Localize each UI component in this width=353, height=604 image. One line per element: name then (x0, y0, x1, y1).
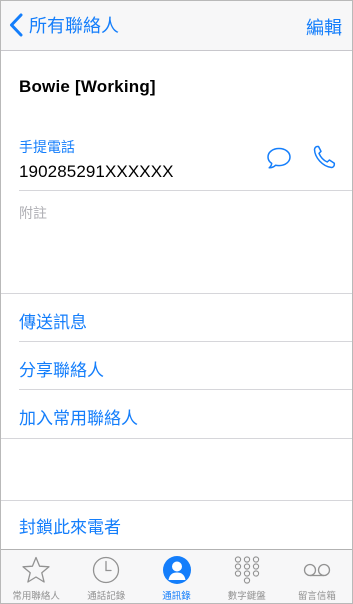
back-button[interactable]: 所有聯絡人 (9, 12, 119, 38)
voicemail-icon (303, 563, 331, 577)
divider (1, 438, 352, 439)
person-icon (162, 556, 191, 584)
tab-label: 通訊錄 (162, 591, 191, 602)
star-icon (22, 556, 50, 583)
navigation-bar: 所有聯絡人 編輯 (1, 1, 352, 51)
tab-voicemail[interactable]: 留言信箱 (282, 550, 352, 603)
edit-button[interactable]: 編輯 (306, 14, 342, 40)
contact-detail-screen: 所有聯絡人 編輯 Bowie [Working] 手提電話 190285291X… (0, 0, 353, 604)
tab-label: 通話記錄 (87, 591, 126, 602)
back-button-label: 所有聯絡人 (29, 16, 119, 37)
tab-contacts[interactable]: 通訊錄 (141, 550, 211, 603)
clock-icon (93, 556, 120, 584)
chevron-left-icon (10, 13, 23, 37)
phone-label: 手提電話 (19, 140, 75, 156)
divider (19, 190, 352, 191)
tab-recents[interactable]: 通話記錄 (71, 550, 141, 603)
divider (1, 293, 352, 294)
divider (1, 500, 352, 501)
share-contact-button[interactable]: 分享聯絡人 (19, 356, 104, 381)
send-message-button[interactable]: 傳送訊息 (19, 308, 87, 333)
tab-label: 數字鍵盤 (227, 591, 266, 602)
message-bubble-icon[interactable] (266, 146, 292, 170)
keypad-icon (234, 556, 259, 584)
tab-keypad[interactable]: 數字鍵盤 (212, 550, 282, 603)
tab-label: 留言信箱 (297, 591, 336, 602)
divider (19, 341, 352, 342)
contact-name: Bowie [Working] (19, 77, 156, 96)
tab-label: 常用聯絡人 (12, 591, 60, 602)
tab-favorites[interactable]: 常用聯絡人 (1, 550, 71, 603)
notes-field[interactable]: 附註 (19, 203, 47, 223)
phone-number[interactable]: 190285291XXXXXX (19, 162, 174, 182)
tab-bar: 常用聯絡人 通話記錄 通訊錄 數字鍵盤 留言信箱 (1, 549, 352, 603)
divider (19, 389, 352, 390)
phone-call-icon[interactable] (312, 144, 336, 170)
add-favorite-button[interactable]: 加入常用聯絡人 (19, 404, 138, 429)
block-caller-button[interactable]: 封鎖此來電者 (19, 513, 121, 538)
